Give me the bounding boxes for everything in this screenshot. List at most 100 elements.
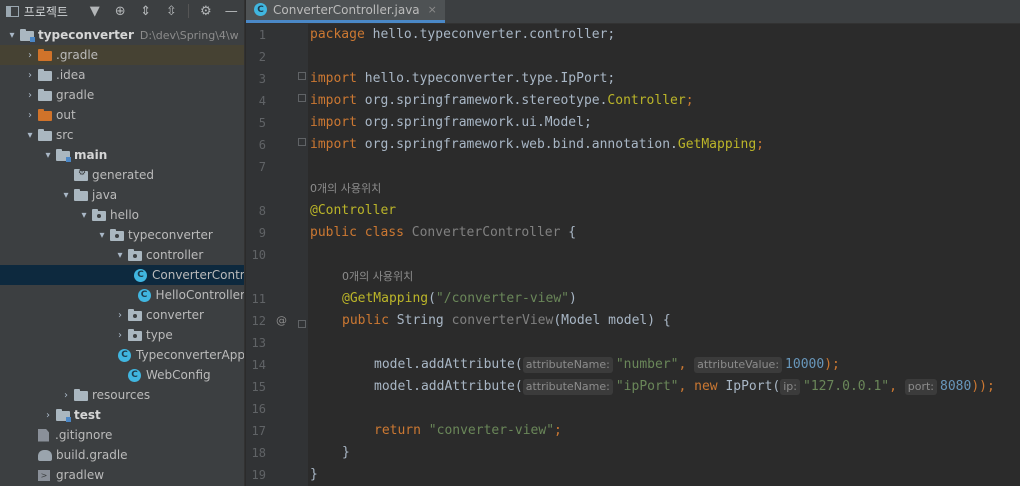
expand-all-icon[interactable]: ⇕ xyxy=(133,4,159,19)
tree-item-label: src xyxy=(56,128,74,142)
class-icon: C xyxy=(137,288,151,302)
tree-item-label: gradle xyxy=(56,88,95,102)
close-icon[interactable]: × xyxy=(428,3,437,16)
collapse-all-icon[interactable]: ⇳ xyxy=(159,4,185,19)
folder-icon xyxy=(38,88,52,101)
tree-item[interactable]: ▾ java xyxy=(0,185,244,205)
chevron-right-icon[interactable]: › xyxy=(22,90,38,101)
tree-item[interactable]: ›generated xyxy=(0,165,244,185)
code-line-19: } xyxy=(310,467,318,482)
tree-item-label: type xyxy=(146,328,173,342)
resources-folder-icon xyxy=(74,388,88,401)
project-tree: ▾ typeconverter D:\dev\Spring\4\w › .gradle ›… xyxy=(0,25,244,485)
tab-converter-controller[interactable]: C ConverterController.java × xyxy=(246,0,445,23)
tree-item[interactable]: › type xyxy=(0,325,244,345)
fold-icon[interactable] xyxy=(298,94,306,102)
fold-icon[interactable] xyxy=(298,138,306,146)
tree-item[interactable]: ▾ typeconverter xyxy=(0,225,244,245)
code-line-5: import org.springframework.ui.Model; xyxy=(310,115,592,130)
chevron-down-icon[interactable]: ▾ xyxy=(4,30,20,41)
locate-icon[interactable]: ⊕ xyxy=(107,4,133,19)
class-icon: C xyxy=(118,348,131,362)
tree-item[interactable]: › test xyxy=(0,405,244,425)
tree-item[interactable]: ▾ typeconverter D:\dev\Spring\4\w xyxy=(0,25,244,45)
tree-item[interactable]: ›CTypeconverterApp xyxy=(0,345,244,365)
chevron-down-icon[interactable]: ▾ xyxy=(40,150,56,161)
chevron-right-icon[interactable]: › xyxy=(22,50,38,61)
tree-item[interactable]: › .idea xyxy=(0,65,244,85)
param-hint: attributeName: xyxy=(522,357,613,373)
fold-icon[interactable] xyxy=(298,320,306,328)
tree-item[interactable]: › resources xyxy=(0,385,244,405)
project-panel-title[interactable]: 프로젝트 xyxy=(24,3,68,20)
terminal-icon: > xyxy=(38,469,50,481)
chevron-right-icon[interactable]: › xyxy=(22,70,38,81)
usage-hint[interactable]: 0개의 사용위치 xyxy=(310,178,381,200)
chevron-right-icon[interactable]: › xyxy=(112,330,128,341)
tab-label: ConverterController.java xyxy=(273,2,420,17)
tree-item[interactable]: ▾ hello xyxy=(0,205,244,225)
line-number: 16 xyxy=(251,402,266,416)
chevron-right-icon[interactable]: › xyxy=(22,110,38,121)
project-path: D:\dev\Spring\4\w xyxy=(139,28,239,42)
gradle-icon xyxy=(38,449,52,461)
tree-item-label: build.gradle xyxy=(56,448,128,462)
line-number: 8 xyxy=(258,204,266,218)
tree-item[interactable]: › out xyxy=(0,105,244,125)
tree-item[interactable]: ▾ controller xyxy=(0,245,244,265)
param-hint: attributeName: xyxy=(522,379,613,395)
package-icon xyxy=(110,228,124,241)
fold-icon[interactable] xyxy=(298,72,306,80)
editor-tabs: C ConverterController.java × xyxy=(246,0,1020,24)
chevron-down-icon[interactable]: ▾ xyxy=(112,250,128,261)
tree-item[interactable]: › gradle xyxy=(0,85,244,105)
code-editor: C ConverterController.java × 1 2 3 4 5 6 7 8 9 10… xyxy=(246,0,1020,486)
tree-item[interactable]: ▾ main xyxy=(0,145,244,165)
line-number: 12 xyxy=(251,314,266,328)
tree-item[interactable]: ›.gitignore xyxy=(0,425,244,445)
chevron-down-icon[interactable]: ▾ xyxy=(76,210,92,221)
tree-item[interactable]: ›build.gradle xyxy=(0,445,244,465)
param-hint: ip: xyxy=(780,379,800,395)
package-icon xyxy=(128,328,142,341)
tree-item[interactable]: ›CHelloController xyxy=(0,285,244,305)
tree-item-label: test xyxy=(74,408,101,422)
chevron-down-icon[interactable]: ▾ xyxy=(22,130,38,141)
module-folder-icon xyxy=(20,28,35,42)
excluded-folder-icon xyxy=(38,108,52,121)
code-line-14: model.addAttribute(attributeName: "number… xyxy=(374,357,840,373)
line-gutter: 1 2 3 4 5 6 7 8 9 10 11 12 13 14 15 16 17 18 19 @ xyxy=(246,24,308,486)
chevron-right-icon[interactable]: › xyxy=(58,390,74,401)
package-icon xyxy=(128,308,142,321)
gear-icon[interactable]: ⚙ xyxy=(193,4,219,19)
tree-item[interactable]: ›CConverterController xyxy=(0,265,244,285)
chevron-right-icon[interactable]: › xyxy=(40,410,56,421)
source-folder-icon xyxy=(74,188,88,201)
chevron-right-icon[interactable]: › xyxy=(112,310,128,321)
line-number: 11 xyxy=(251,292,266,306)
chevron-down-icon[interactable]: ▾ xyxy=(94,230,110,241)
param-hint: port: xyxy=(904,379,938,395)
minimize-icon[interactable]: — xyxy=(219,4,244,19)
code-area[interactable]: package hello.typeconverter.controller; … xyxy=(308,24,1020,486)
usage-hint[interactable]: 0개의 사용위치 xyxy=(342,266,413,288)
line-number: 3 xyxy=(258,72,266,86)
class-icon: C xyxy=(128,368,141,382)
tree-item[interactable]: ▾ src xyxy=(0,125,244,145)
project-panel-icon xyxy=(6,5,19,17)
line-number: 6 xyxy=(258,138,266,152)
tree-item[interactable]: ›>gradlew xyxy=(0,465,244,485)
tree-item[interactable]: › .gradle xyxy=(0,45,244,65)
tree-item-label: controller xyxy=(146,248,204,262)
tree-item[interactable]: › converter xyxy=(0,305,244,325)
chevron-down-icon[interactable]: ▾ xyxy=(58,190,74,201)
tree-item[interactable]: ›CWebConfig xyxy=(0,365,244,385)
code-line-1: package hello.typeconverter.controller; xyxy=(310,27,616,42)
project-panel: 프로젝트 ▼ ⊕ ⇕ ⇳ ⚙ — ▾ typeconverter D:\dev\Sp… xyxy=(0,0,245,486)
tree-item-label: .idea xyxy=(56,68,86,82)
mapping-gutter-icon[interactable]: @ xyxy=(276,314,287,327)
module-folder-icon xyxy=(56,408,71,422)
line-number: 17 xyxy=(251,424,266,438)
file-icon xyxy=(38,428,49,442)
dropdown-icon[interactable]: ▼ xyxy=(82,4,108,19)
